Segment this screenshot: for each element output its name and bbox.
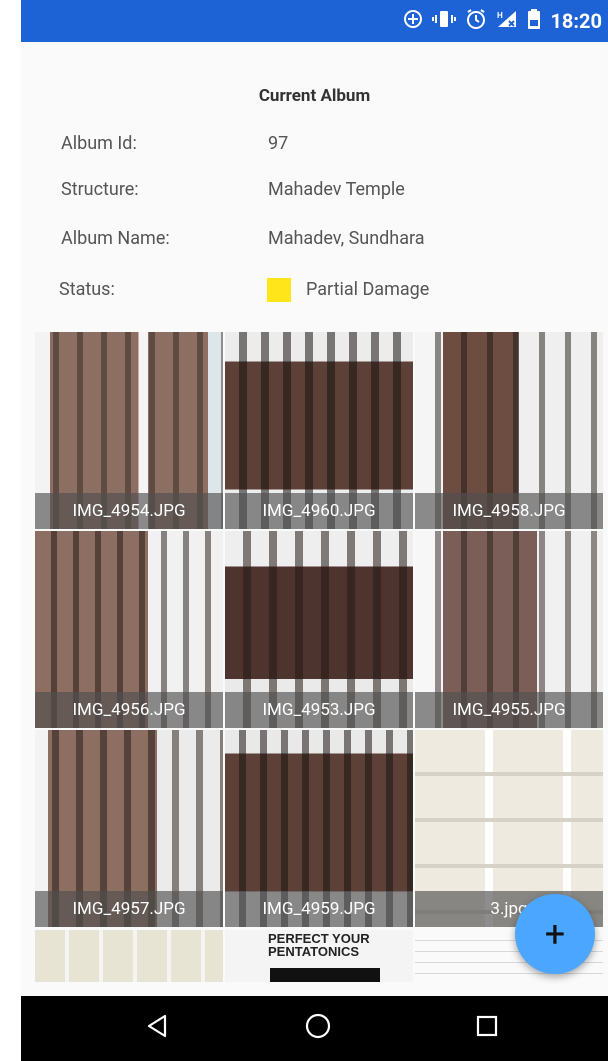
home-circle-icon xyxy=(305,1013,331,1043)
recents-square-icon xyxy=(476,1015,498,1041)
photo-caption: IMG_4954.JPG xyxy=(35,493,223,529)
photo-caption: IMG_4956.JPG xyxy=(35,692,223,728)
status-value: Partial Damage xyxy=(306,279,430,300)
photo-tile[interactable]: IMG_4955.JPG xyxy=(415,531,603,728)
app-screen: H 18:20 Current Album Album Id: 97 Struc… xyxy=(21,0,608,1061)
navigation-bar xyxy=(21,996,608,1061)
photo-tile[interactable]: IMG_4954.JPG xyxy=(35,332,223,529)
album-name-label: Album Name: xyxy=(61,228,170,249)
alarm-icon xyxy=(465,8,487,35)
photo-grid: IMG_4954.JPG IMG_4960.JPG IMG_4958.JPG I… xyxy=(35,332,603,982)
album-info: Current Album Album Id: 97 Structure: Ma… xyxy=(21,42,608,330)
photo-caption: IMG_4957.JPG xyxy=(35,891,223,927)
album-title: Current Album xyxy=(258,86,371,106)
photo-caption: IMG_4958.JPG xyxy=(415,493,603,529)
photo-tile[interactable]: 3.jpg xyxy=(415,730,603,927)
photo-caption: IMG_4953.JPG xyxy=(225,692,413,728)
status-time: 18:20 xyxy=(550,9,602,33)
structure-label: Structure: xyxy=(61,179,139,200)
status-icons: H 18:20 xyxy=(403,0,602,42)
photo-tile[interactable]: IMG_4960.JPG xyxy=(225,332,413,529)
photo-tile[interactable]: IMG_4958.JPG xyxy=(415,332,603,529)
photo-tile[interactable]: PERFECT YOUR PENTATONICS xyxy=(225,930,413,982)
photo-tile[interactable] xyxy=(35,930,223,982)
add-icon: + xyxy=(544,913,566,955)
photo-tile[interactable]: IMG_4953.JPG xyxy=(225,531,413,728)
battery-icon xyxy=(527,8,541,35)
photo-caption: IMG_4960.JPG xyxy=(225,493,413,529)
photo-caption: IMG_4959.JPG xyxy=(225,891,413,927)
add-circle-icon xyxy=(403,9,423,34)
album-name-value: Mahadev, Sundhara xyxy=(268,228,425,249)
photo-dark-band xyxy=(270,968,380,982)
svg-text:H: H xyxy=(497,11,503,20)
signal-no-data-icon: H xyxy=(496,9,518,34)
vibrate-icon xyxy=(432,9,457,34)
photo-embedded-text: PERFECT YOUR PENTATONICS xyxy=(268,931,370,959)
add-photo-button[interactable]: + xyxy=(515,894,595,974)
status-label: Status: xyxy=(59,279,115,300)
photo-tile[interactable]: IMG_4957.JPG xyxy=(35,730,223,927)
photo-caption: IMG_4955.JPG xyxy=(415,692,603,728)
back-triangle-icon xyxy=(146,1014,168,1042)
photo-tile[interactable]: IMG_4956.JPG xyxy=(35,531,223,728)
back-button[interactable] xyxy=(127,1006,187,1050)
recents-button[interactable] xyxy=(457,1006,517,1050)
photo-tile[interactable]: IMG_4959.JPG xyxy=(225,730,413,927)
status-bar: H 18:20 xyxy=(21,0,608,42)
album-id-value: 97 xyxy=(268,133,289,154)
structure-value: Mahadev Temple xyxy=(268,179,405,200)
home-button[interactable] xyxy=(288,1006,348,1050)
album-id-label: Album Id: xyxy=(61,133,137,154)
status-color-swatch xyxy=(267,278,291,302)
